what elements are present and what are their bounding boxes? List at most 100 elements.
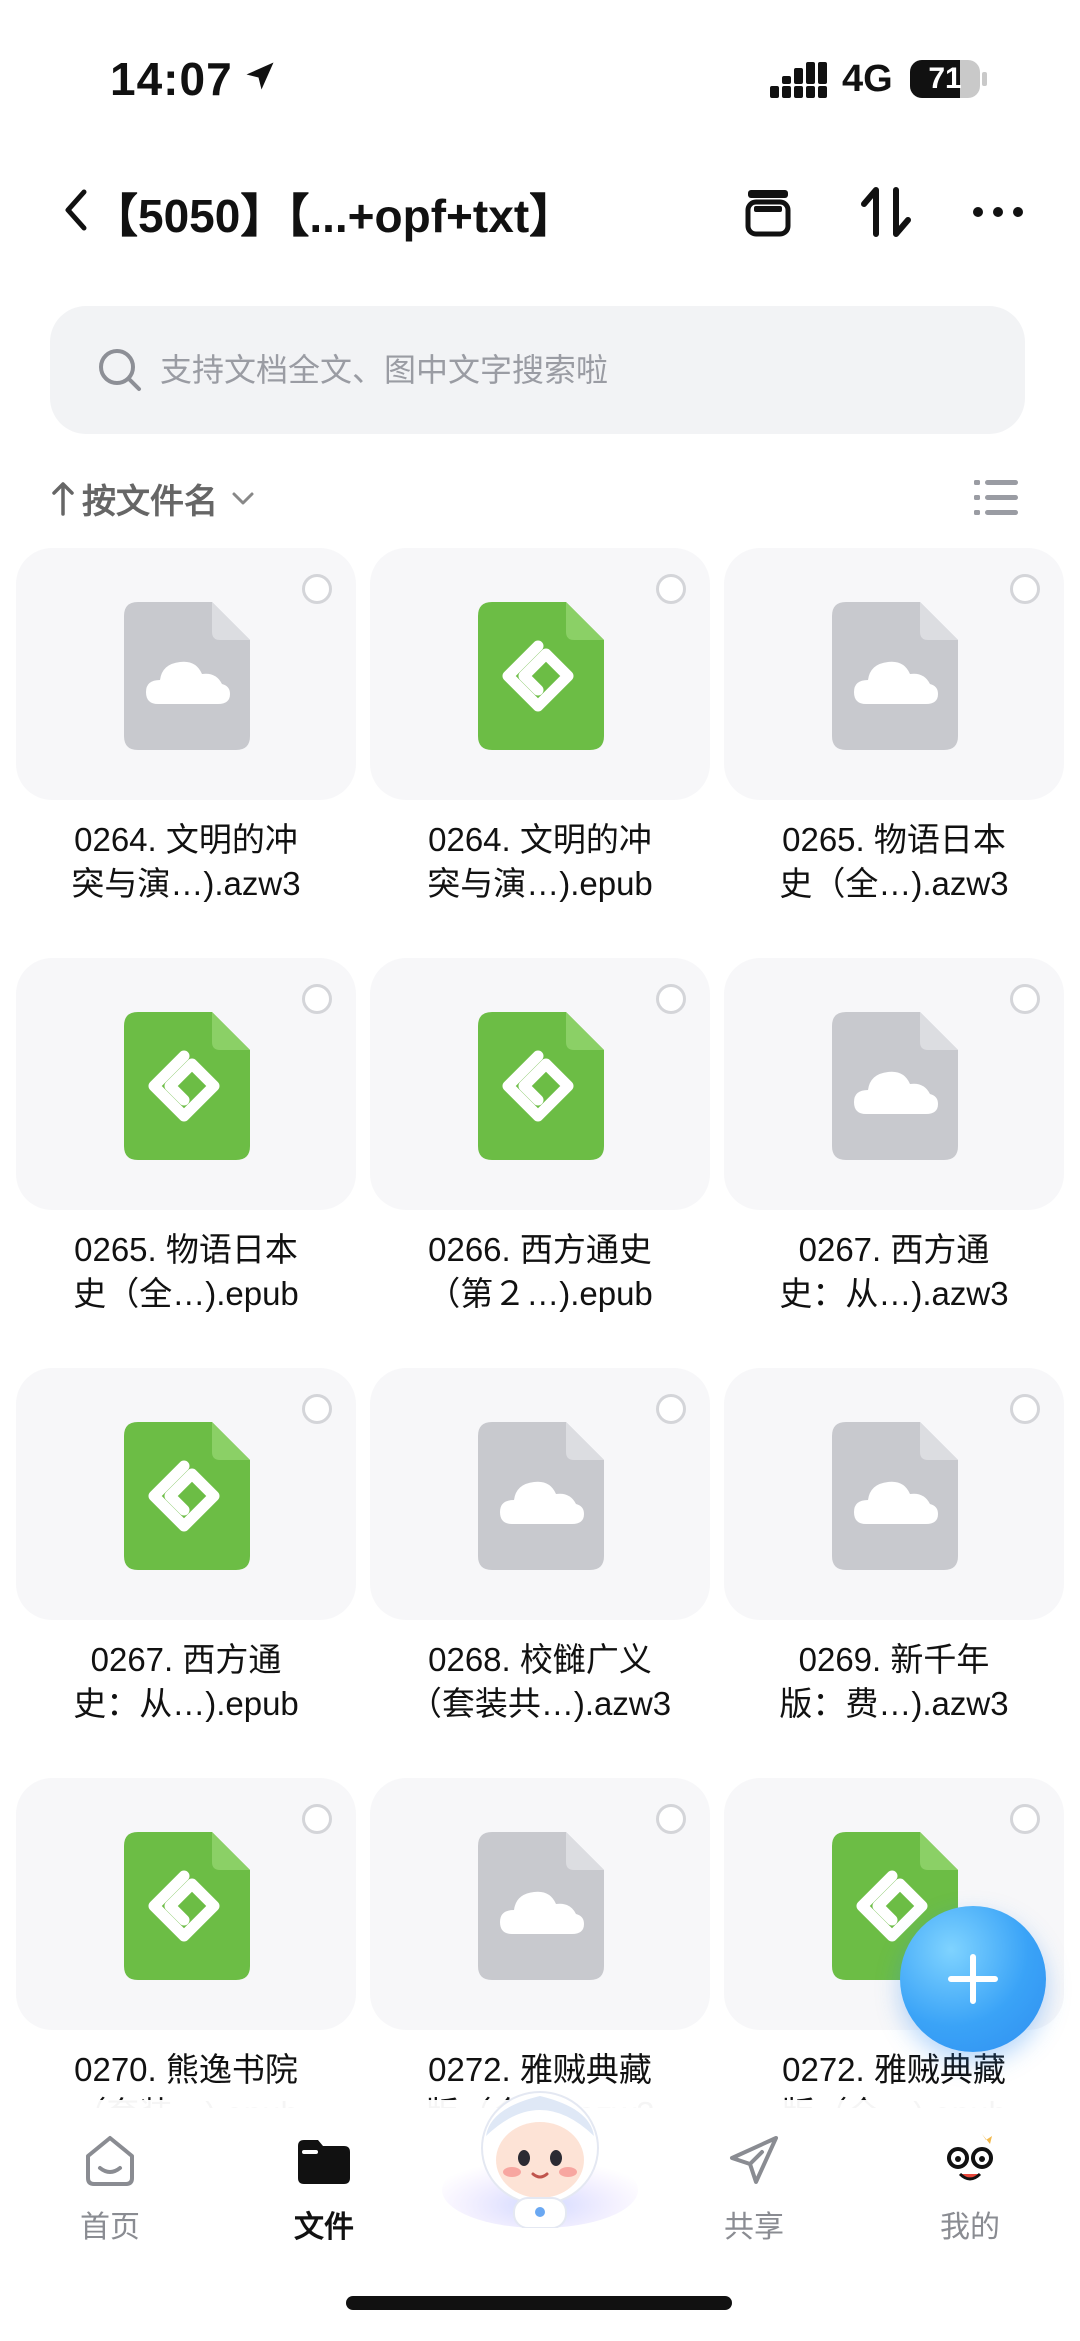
search-bar[interactable] <box>50 306 1025 434</box>
file-card[interactable]: 0266. 西方通史 （第２…).epub <box>370 958 710 1358</box>
file-name: 0272. 雅贼典藏版（全…).epub <box>724 2048 1064 2108</box>
file-name-line: 0265. 物语日本 <box>782 821 1006 858</box>
profile-face-icon <box>947 2134 993 2181</box>
file-grid: 0264. 文明的冲 突与演…).azw3 0264. 文明的冲 突与演…).epub… <box>16 548 1066 2108</box>
battery-icon: 71 <box>910 60 987 98</box>
cloud-file-icon <box>832 1012 958 1160</box>
file-thumbnail[interactable] <box>724 548 1064 800</box>
folder-icon <box>298 2140 350 2184</box>
cloud-file-icon <box>832 602 958 750</box>
file-name-line: 0266. 西方通史 <box>428 1231 652 1268</box>
plus-icon <box>948 1954 998 2004</box>
file-name: 0265. 物语日本 史（全…).azw3 <box>724 818 1064 906</box>
sort-by-name-button[interactable]: 按文件名 <box>50 468 258 528</box>
file-thumbnail[interactable] <box>16 1778 356 2030</box>
select-checkbox[interactable] <box>1010 574 1040 604</box>
more-horizontal-icon[interactable] <box>968 182 1028 242</box>
file-name-line: 版：费…).azw3 <box>779 1685 1009 1722</box>
file-name-line: 0267. 西方通 <box>90 1641 282 1678</box>
file-card[interactable]: 0269. 新千年 版：费…).azw3 <box>724 1368 1064 1768</box>
file-card[interactable]: 0267. 西方通 史：从…).azw3 <box>724 958 1064 1358</box>
tab-share[interactable]: 共享 <box>684 2120 824 2270</box>
file-name: 0264. 文明的冲 突与演…).azw3 <box>16 818 356 906</box>
epub-file-icon <box>124 1422 250 1570</box>
select-checkbox[interactable] <box>302 984 332 1014</box>
select-checkbox[interactable] <box>302 574 332 604</box>
file-card[interactable]: 0264. 文明的冲 突与演…).epub <box>370 548 710 948</box>
file-card[interactable]: 0265. 物语日本 史（全…).epub <box>16 958 356 1358</box>
archive-box-icon[interactable] <box>738 182 798 242</box>
file-name-line: 史（全…).epub <box>73 1275 299 1312</box>
select-checkbox[interactable] <box>656 574 686 604</box>
file-name: 0270. 熊逸书院（套装…).epub <box>16 2048 356 2108</box>
file-name-line: 史：从…).azw3 <box>779 1275 1009 1312</box>
file-name-line: 0267. 西方通 <box>798 1231 990 1268</box>
file-name: 0266. 西方通史 （第２…).epub <box>370 1228 710 1316</box>
epub-file-icon <box>478 602 604 750</box>
file-name-line: 0265. 物语日本 <box>74 1231 298 1268</box>
mascot-assistant-icon[interactable] <box>440 2078 640 2228</box>
file-name-line: 0270. 熊逸书院 <box>74 2051 298 2088</box>
tab-files[interactable]: 文件 <box>254 2120 394 2270</box>
select-checkbox[interactable] <box>302 1394 332 1424</box>
file-name: 0264. 文明的冲 突与演…).epub <box>370 818 710 906</box>
file-card[interactable]: 0270. 熊逸书院（套装…).epub <box>16 1778 356 2108</box>
sort-row: 按文件名 <box>0 468 1080 528</box>
file-name: 0267. 西方通 史：从…).azw3 <box>724 1228 1064 1316</box>
epub-file-icon <box>478 1012 604 1160</box>
location-arrow-icon <box>246 62 274 90</box>
tab-share-label: 共享 <box>724 2211 784 2244</box>
select-checkbox[interactable] <box>302 1804 332 1834</box>
file-thumbnail[interactable] <box>16 958 356 1210</box>
file-card[interactable]: 0267. 西方通 史：从…).epub <box>16 1368 356 1768</box>
file-thumbnail[interactable] <box>370 1778 710 2030</box>
file-name-line: 突与演…).epub <box>427 865 653 902</box>
chevron-down-icon <box>232 492 254 505</box>
search-input[interactable] <box>160 340 980 400</box>
file-thumbnail[interactable] <box>370 1368 710 1620</box>
file-card[interactable]: 0264. 文明的冲 突与演…).azw3 <box>16 548 356 948</box>
file-thumbnail[interactable] <box>370 958 710 1210</box>
file-name-line: 史：从…).epub <box>73 1685 299 1722</box>
tab-home-label: 首页 <box>80 2211 140 2244</box>
file-card[interactable]: 0272. 雅贼典藏版（全…).azw3 <box>370 1778 710 2108</box>
file-name-line: 0268. 校雠广义 <box>428 1641 652 1678</box>
file-thumbnail[interactable] <box>370 548 710 800</box>
select-checkbox[interactable] <box>656 1394 686 1424</box>
file-name-line: 0264. 文明的冲 <box>74 821 298 858</box>
select-checkbox[interactable] <box>656 984 686 1014</box>
select-checkbox[interactable] <box>1010 984 1040 1014</box>
tab-me-label: 我的 <box>940 2211 1000 2244</box>
file-name-line: 史（全…).azw3 <box>779 865 1009 902</box>
file-thumbnail[interactable] <box>16 548 356 800</box>
file-thumbnail[interactable] <box>16 1368 356 1620</box>
tab-home[interactable]: 首页 <box>40 2120 180 2270</box>
select-checkbox[interactable] <box>1010 1394 1040 1424</box>
file-name: 0265. 物语日本 史（全…).epub <box>16 1228 356 1316</box>
file-name-line: 0272. 雅贼典藏 <box>782 2051 1006 2088</box>
tab-me[interactable]: 我的 <box>900 2120 1040 2270</box>
file-name: 0268. 校雠广义 （套装共…).azw3 <box>370 1638 710 1726</box>
file-card[interactable]: 0268. 校雠广义 （套装共…).azw3 <box>370 1368 710 1768</box>
search-icon <box>99 349 141 391</box>
tab-files-label: 文件 <box>294 2211 354 2244</box>
cloud-file-icon <box>124 602 250 750</box>
cloud-file-icon <box>478 1422 604 1570</box>
file-name-line: 突与演…).azw3 <box>71 865 301 902</box>
status-time: 14:07 <box>110 53 233 105</box>
select-checkbox[interactable] <box>656 1804 686 1834</box>
home-face-icon <box>86 2136 134 2186</box>
sort-transfer-icon[interactable] <box>856 182 916 242</box>
file-thumbnail[interactable] <box>724 1368 1064 1620</box>
epub-file-icon <box>124 1012 250 1160</box>
add-button[interactable] <box>900 1906 1046 2052</box>
file-name-line: （套装共…).azw3 <box>408 1685 672 1722</box>
select-checkbox[interactable] <box>1010 1804 1040 1834</box>
file-card[interactable]: 0265. 物语日本 史（全…).azw3 <box>724 548 1064 948</box>
chevron-left-icon[interactable] <box>56 180 96 240</box>
file-name-line: 0269. 新千年 <box>798 1641 990 1678</box>
list-view-icon[interactable] <box>972 476 1020 520</box>
cloud-file-icon <box>832 1422 958 1570</box>
file-thumbnail[interactable] <box>724 958 1064 1210</box>
file-name-line: （第２…).epub <box>427 1275 653 1312</box>
